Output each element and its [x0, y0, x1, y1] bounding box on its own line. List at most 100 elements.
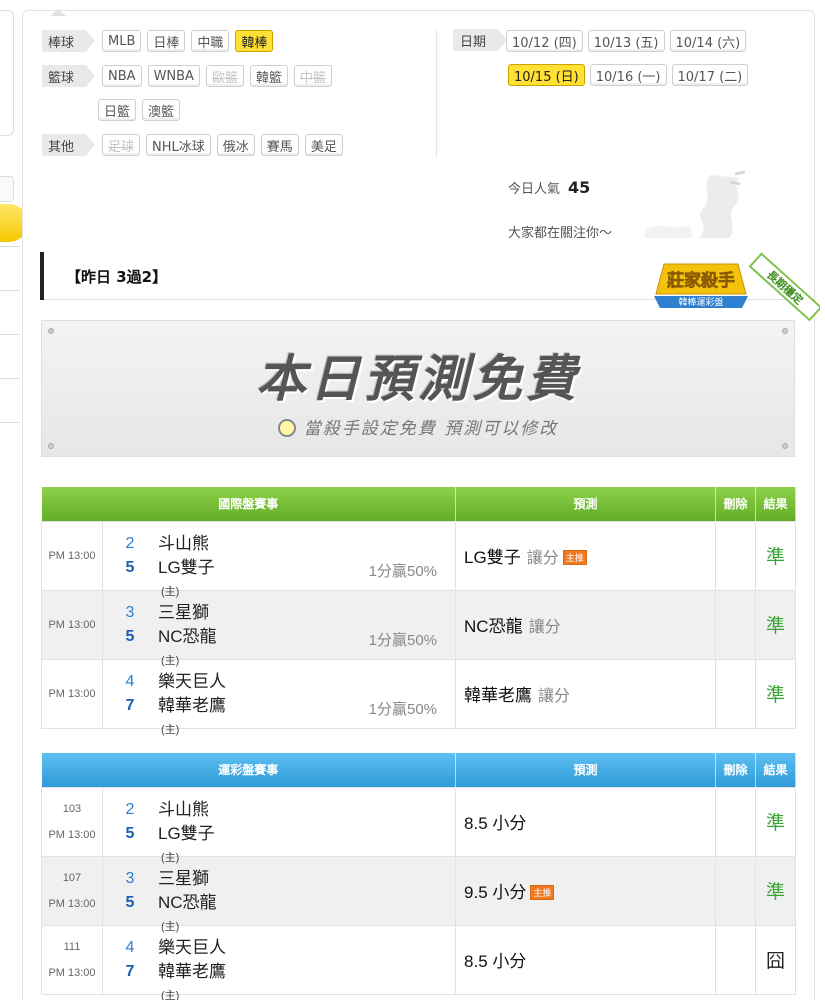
free-banner-title: 本日預測免費	[256, 350, 580, 408]
game-time: PM 13:00	[41, 589, 103, 660]
date-row-1: 10/12 (四) 10/13 (五) 10/14 (六)	[506, 29, 747, 53]
date-chip[interactable]: 10/12 (四)	[506, 30, 583, 52]
home-marker: (主)	[161, 989, 180, 1000]
chip-cpbl[interactable]: 中職	[191, 30, 230, 52]
game-code: 103	[62, 802, 82, 815]
chip-nfl[interactable]: 美足	[304, 134, 343, 156]
col-header-delete: 刪除	[715, 753, 757, 787]
game-code-time: 111 PM 13:00	[41, 924, 103, 995]
result-cell: 準	[755, 658, 797, 729]
sidebar-divider	[0, 334, 20, 335]
table-row: 103 PM 13:00 25 斗山熊 LG雙子 (主) 8.5 小分 準	[41, 786, 797, 864]
game-code-time: 103 PM 13:00	[41, 786, 103, 857]
handicap-odds: 1分贏50%	[368, 631, 438, 649]
chip-kbo[interactable]: 韓棒	[235, 30, 274, 52]
chip-china-basketball: 中籃	[293, 65, 332, 87]
game-code: 111	[63, 940, 81, 953]
main-pick-tag: 主推	[562, 550, 587, 565]
table-row: 111 PM 13:00 4 7 樂天巨人 韓華老鷹 (主) 8.5 小分 囧	[41, 924, 797, 1000]
date-chip-selected[interactable]: 10/15 (日)	[508, 64, 585, 86]
col-header-event: 國際盤賽事	[41, 487, 457, 521]
badge-title: 莊家殺手	[667, 270, 735, 291]
chip-mlb[interactable]: MLB	[102, 30, 142, 52]
chip-soccer: 足球	[102, 134, 141, 156]
decorative-watermark	[645, 170, 746, 238]
prediction-pick: 韓華老鷹	[464, 686, 533, 705]
chip-australia-basketball[interactable]: 澳籃	[142, 99, 181, 121]
chip-npb[interactable]: 日棒	[147, 30, 186, 52]
category-label: 籃球	[42, 65, 96, 87]
home-number: 5	[125, 824, 135, 842]
chip-euro-basketball: 歐籃	[205, 65, 244, 87]
match-cell: 4 7 樂天巨人 韓華老鷹 (主) 1分贏50%	[101, 658, 457, 736]
match-cell: 25 斗山熊 LG雙子 (主)	[101, 786, 457, 864]
date-chip[interactable]: 10/14 (六)	[669, 30, 747, 52]
table-row: PM 13:00 47 樂天巨人 韓華老鷹 (主) 1分贏50% 韓華老鷹 讓分 準	[41, 658, 797, 736]
date-chip[interactable]: 10/13 (五)	[587, 30, 665, 52]
chip-nba[interactable]: NBA	[102, 65, 142, 87]
sidebar-divider	[0, 378, 20, 379]
popularity-label: 今日人氣	[508, 182, 561, 197]
prediction-pick: 8.5 小分	[464, 814, 527, 833]
game-time: PM 13:00	[48, 966, 96, 979]
home-number: 7	[125, 962, 135, 980]
away-team: 斗山熊	[158, 799, 209, 819]
game-time: PM 13:00	[48, 828, 96, 841]
table-row: 107 PM 13:00 35 三星獅 NC恐龍 (主) 9.5 小分 主推 準	[41, 855, 797, 933]
free-banner-subtitle: 當殺手設定免費 預測可以修改	[303, 419, 559, 439]
chip-horse-racing[interactable]: 賽馬	[260, 134, 299, 156]
game-time: PM 13:00	[48, 897, 96, 910]
popularity-value: 45	[568, 178, 591, 197]
col-header-predict: 預測	[455, 753, 717, 787]
home-team: LG雙子	[158, 823, 215, 843]
prediction-cell: NC恐龍 讓分	[455, 589, 717, 660]
chip-khl[interactable]: 俄冰	[216, 134, 255, 156]
prediction-cell: 9.5 小分 主推	[455, 855, 717, 926]
away-number: 3	[125, 603, 135, 621]
home-number: 5	[125, 627, 135, 645]
chip-japan-basketball[interactable]: 日籃	[98, 99, 137, 121]
chip-wnba[interactable]: WNBA	[147, 65, 200, 87]
prediction-cell: 8.5 小分	[455, 786, 717, 857]
home-number: 7	[125, 696, 135, 714]
result-cell: 準	[755, 520, 797, 591]
prediction-pick: 9.5 小分	[464, 883, 527, 902]
screw-icon	[782, 443, 788, 449]
away-number: 4	[125, 938, 135, 956]
prediction-type: 讓分	[526, 550, 559, 567]
prediction-type: 讓分	[538, 688, 571, 705]
date-chip[interactable]: 10/16 (一)	[589, 64, 667, 86]
prediction-cell: LG雙子 讓分 主推	[455, 520, 717, 591]
sidebar-tab[interactable]	[0, 176, 14, 202]
prediction-pick: NC恐龍	[464, 617, 523, 636]
delete-cell	[715, 924, 757, 995]
table-row: PM 13:00 35 三星獅 NC恐龍 (主) 1分贏50% NC恐龍 讓分 準	[41, 589, 797, 667]
sidebar-panel	[0, 10, 14, 136]
home-team: NC恐龍	[158, 626, 217, 646]
badge-subtitle: 韓棒運彩盤	[678, 296, 723, 308]
home-team: NC恐龍	[158, 892, 217, 912]
away-number: 2	[125, 800, 135, 818]
sidebar-divider	[0, 290, 20, 291]
result-cell: 囧	[755, 924, 797, 995]
screw-icon	[782, 328, 788, 334]
chip-korea-basketball[interactable]: 韓籃	[249, 65, 288, 87]
game-code: 107	[62, 871, 82, 884]
date-label: 日期	[453, 29, 508, 51]
category-row-other: 其他 足球 NHL冰球 俄冰 賽馬 美足	[42, 133, 343, 157]
result-cell: 準	[755, 855, 797, 926]
away-number: 3	[125, 869, 135, 887]
chip-nhl[interactable]: NHL冰球	[146, 134, 211, 156]
away-team: 三星獅	[158, 868, 209, 888]
home-team: 韓華老鷹	[158, 961, 226, 981]
handicap-odds: 1分贏50%	[368, 700, 438, 718]
category-row-baseball: 棒球 MLB 日棒 中職 韓棒	[42, 29, 274, 53]
away-team: 三星獅	[158, 602, 209, 622]
category-row-basketball-2: 日籃 澳籃	[98, 98, 181, 122]
delete-cell	[715, 855, 757, 926]
date-chip[interactable]: 10/17 (二)	[671, 64, 749, 86]
prediction-cell: 韓華老鷹 讓分	[455, 658, 717, 729]
sidebar-divider	[0, 422, 20, 423]
col-header-event: 運彩盤賽事	[41, 753, 457, 787]
col-header-predict: 預測	[455, 487, 717, 521]
